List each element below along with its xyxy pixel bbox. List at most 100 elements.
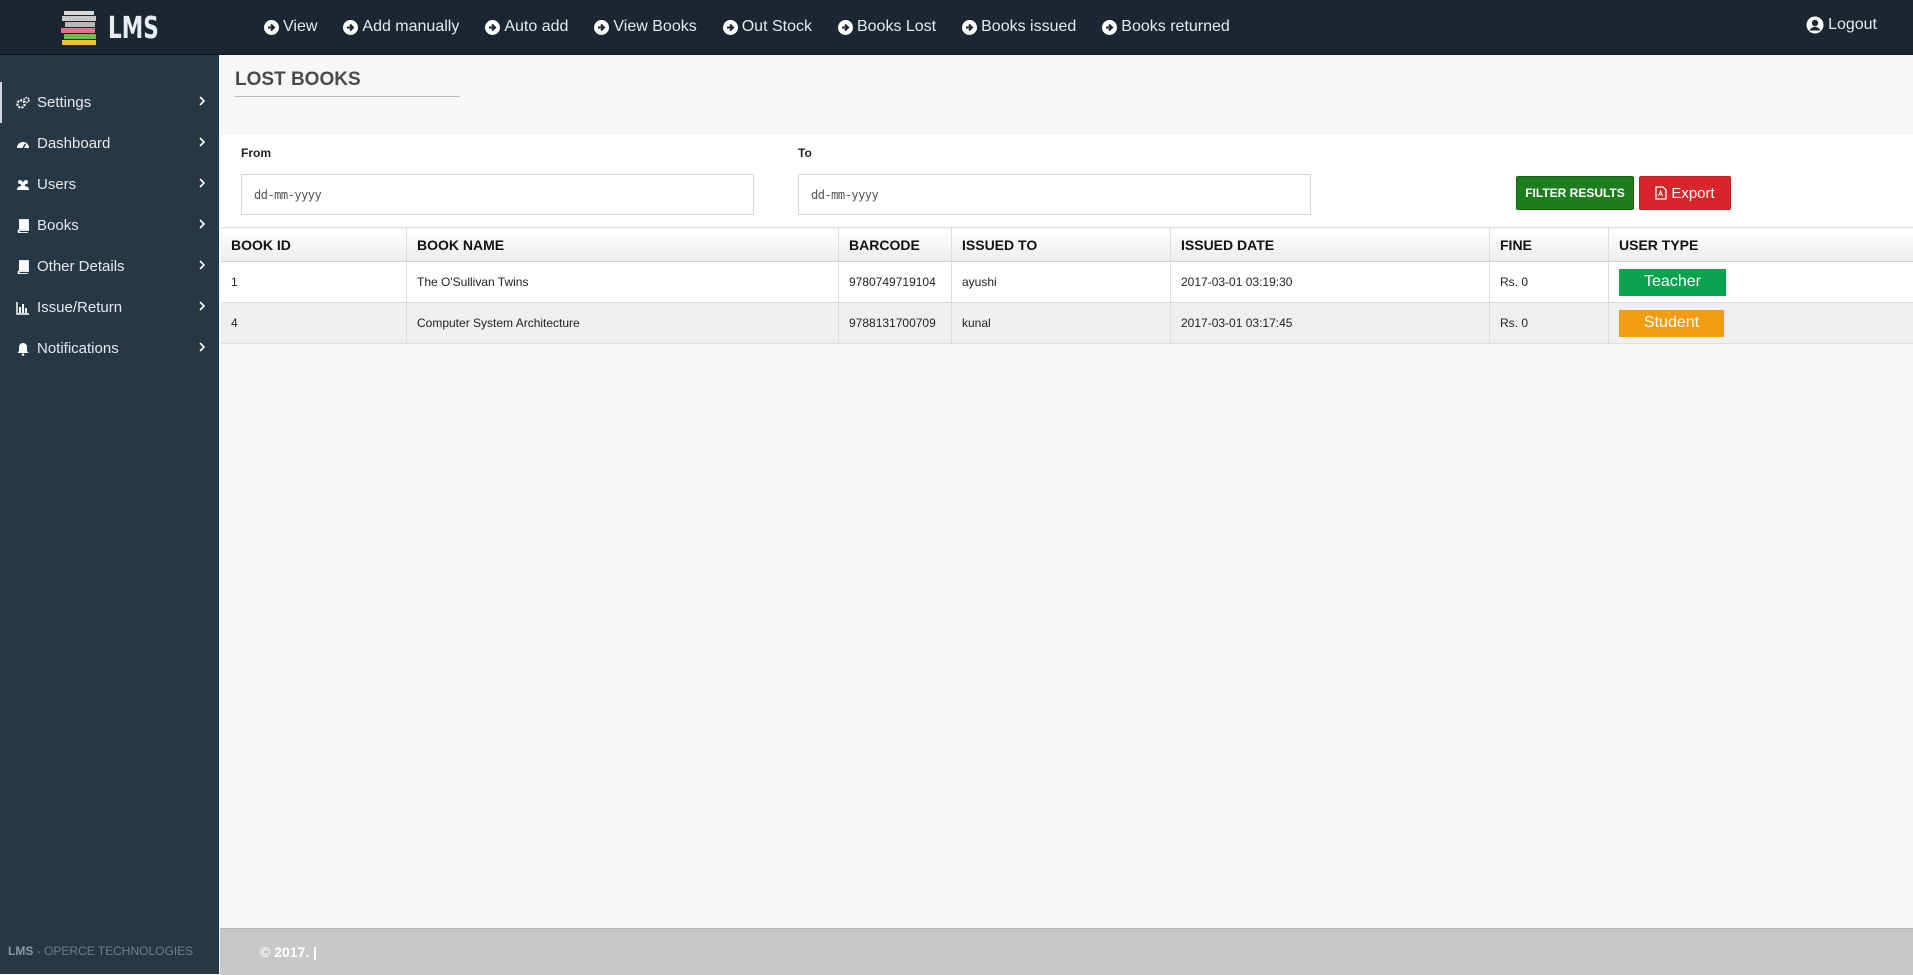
brand[interactable]: LMS bbox=[60, 8, 220, 48]
sidebar-item-issue-return[interactable]: Issue/Return bbox=[0, 287, 219, 328]
book-icon bbox=[16, 219, 30, 233]
page-title: LOST BOOKS bbox=[235, 69, 460, 97]
sidebar-item-label: Notifications bbox=[37, 340, 119, 357]
col-user-type[interactable]: USER TYPE bbox=[1609, 228, 1913, 262]
page-footer: © 2017. | bbox=[220, 928, 1913, 975]
nav-label: Add manually bbox=[362, 18, 459, 36]
col-issued-to[interactable]: ISSUED TO bbox=[952, 228, 1171, 262]
top-navbar: LMS View Add manually Auto add View Book… bbox=[0, 0, 1913, 55]
cell-book-id: 1 bbox=[221, 262, 407, 303]
bar-chart-icon bbox=[16, 301, 30, 315]
table-row: 4 Computer System Architecture 978813170… bbox=[221, 303, 1913, 344]
sidebar-item-dashboard[interactable]: Dashboard bbox=[0, 123, 219, 164]
user-type-badge: Student bbox=[1619, 310, 1724, 337]
nav-books-returned[interactable]: Books returned bbox=[1102, 18, 1230, 36]
table-row: 1 The O'Sullivan Twins 9780749719104 ayu… bbox=[221, 262, 1913, 303]
book-icon bbox=[16, 260, 30, 274]
sidebar-item-label: Issue/Return bbox=[37, 299, 122, 316]
cell-fine: Rs. 0 bbox=[1490, 303, 1609, 344]
arrow-circle-right-icon bbox=[485, 20, 500, 35]
col-fine[interactable]: FINE bbox=[1490, 228, 1609, 262]
arrow-circle-right-icon bbox=[962, 20, 977, 35]
cogs-icon bbox=[16, 96, 30, 110]
col-issued-date[interactable]: ISSUED DATE bbox=[1171, 228, 1490, 262]
file-pdf-icon bbox=[1655, 186, 1667, 200]
cell-barcode: 9788131700709 bbox=[839, 303, 952, 344]
col-book-id[interactable]: BOOK ID bbox=[221, 228, 407, 262]
dashboard-icon bbox=[16, 137, 30, 151]
cell-issued-to: kunal bbox=[952, 303, 1171, 344]
sidebar-item-label: Books bbox=[37, 217, 79, 234]
nav-label: View Books bbox=[613, 18, 696, 36]
nav-auto-add[interactable]: Auto add bbox=[485, 18, 568, 36]
sidebar-footer-separator: - bbox=[33, 944, 44, 958]
sidebar-spacer bbox=[0, 55, 219, 82]
arrow-circle-right-icon bbox=[838, 20, 853, 35]
sidebar-footer-brand: LMS bbox=[8, 944, 33, 958]
cell-issued-to: ayushi bbox=[952, 262, 1171, 303]
to-date-input[interactable]: dd-mm-yyyy bbox=[798, 174, 1311, 215]
user-circle-icon bbox=[1806, 16, 1824, 34]
filter-results-button[interactable]: FILTER RESULTS bbox=[1516, 176, 1634, 210]
chevron-right-icon bbox=[198, 137, 206, 147]
lost-books-table: BOOK ID BOOK NAME BARCODE ISSUED TO ISSU… bbox=[221, 227, 1913, 344]
cell-issued-date: 2017-03-01 03:17:45 bbox=[1171, 303, 1490, 344]
from-date-input[interactable]: dd-mm-yyyy bbox=[241, 174, 754, 215]
user-type-badge: Teacher bbox=[1619, 269, 1726, 296]
sidebar: Settings Dashboard Users Books Other Det… bbox=[0, 55, 219, 974]
nav-out-stock[interactable]: Out Stock bbox=[723, 18, 812, 36]
arrow-circle-right-icon bbox=[264, 20, 279, 35]
cell-barcode: 9780749719104 bbox=[839, 262, 952, 303]
sidebar-item-label: Users bbox=[37, 176, 76, 193]
footer-copyright: © 2017. | bbox=[260, 944, 317, 960]
cell-book-name: Computer System Architecture bbox=[407, 303, 839, 344]
arrow-circle-right-icon bbox=[723, 20, 738, 35]
nav-label: Auto add bbox=[504, 18, 568, 36]
table-header-row: BOOK ID BOOK NAME BARCODE ISSUED TO ISSU… bbox=[221, 228, 1913, 262]
users-icon bbox=[16, 178, 30, 192]
nav-label: Books issued bbox=[981, 18, 1076, 36]
export-label: Export bbox=[1671, 185, 1714, 202]
arrow-circle-right-icon bbox=[1102, 20, 1117, 35]
arrow-circle-right-icon bbox=[594, 20, 609, 35]
sidebar-item-other-details[interactable]: Other Details bbox=[0, 246, 219, 287]
logout-link[interactable]: Logout bbox=[1806, 16, 1877, 34]
cell-issued-date: 2017-03-01 03:19:30 bbox=[1171, 262, 1490, 303]
brand-name: LMS bbox=[108, 11, 159, 46]
nav-label: Books returned bbox=[1121, 18, 1230, 36]
nav-books-issued[interactable]: Books issued bbox=[962, 18, 1076, 36]
logout-label: Logout bbox=[1828, 16, 1877, 34]
sidebar-footer-company: OPERCE TECHNOLOGIES bbox=[44, 944, 193, 958]
sidebar-item-settings[interactable]: Settings bbox=[0, 82, 219, 123]
sidebar-item-label: Other Details bbox=[37, 258, 125, 275]
chevron-right-icon bbox=[198, 96, 206, 106]
from-label: From bbox=[241, 146, 271, 160]
cell-user-type: Teacher bbox=[1609, 262, 1913, 303]
filter-panel: From dd-mm-yyyy To dd-mm-yyyy FILTER RES… bbox=[221, 135, 1913, 227]
nav-view[interactable]: View bbox=[264, 18, 317, 36]
col-book-name[interactable]: BOOK NAME bbox=[407, 228, 839, 262]
sidebar-item-books[interactable]: Books bbox=[0, 205, 219, 246]
cell-book-id: 4 bbox=[221, 303, 407, 344]
export-button[interactable]: Export bbox=[1639, 176, 1731, 210]
chevron-right-icon bbox=[198, 260, 206, 270]
sidebar-item-users[interactable]: Users bbox=[0, 164, 219, 205]
sidebar-item-label: Settings bbox=[37, 94, 91, 111]
top-nav-menu: View Add manually Auto add View Books Ou… bbox=[264, 0, 1256, 54]
to-label: To bbox=[798, 146, 812, 160]
chevron-right-icon bbox=[198, 178, 206, 188]
col-barcode[interactable]: BARCODE bbox=[839, 228, 952, 262]
bell-icon bbox=[16, 342, 30, 356]
sidebar-item-notifications[interactable]: Notifications bbox=[0, 328, 219, 369]
cell-book-name: The O'Sullivan Twins bbox=[407, 262, 839, 303]
nav-label: Books Lost bbox=[857, 18, 936, 36]
chevron-right-icon bbox=[198, 301, 206, 311]
main-content: LOST BOOKS From dd-mm-yyyy To dd-mm-yyyy… bbox=[220, 55, 1913, 928]
cell-fine: Rs. 0 bbox=[1490, 262, 1609, 303]
nav-view-books[interactable]: View Books bbox=[594, 18, 696, 36]
arrow-circle-right-icon bbox=[343, 20, 358, 35]
cell-user-type: Student bbox=[1609, 303, 1913, 344]
chevron-right-icon bbox=[198, 342, 206, 352]
nav-books-lost[interactable]: Books Lost bbox=[838, 18, 936, 36]
nav-add-manually[interactable]: Add manually bbox=[343, 18, 459, 36]
